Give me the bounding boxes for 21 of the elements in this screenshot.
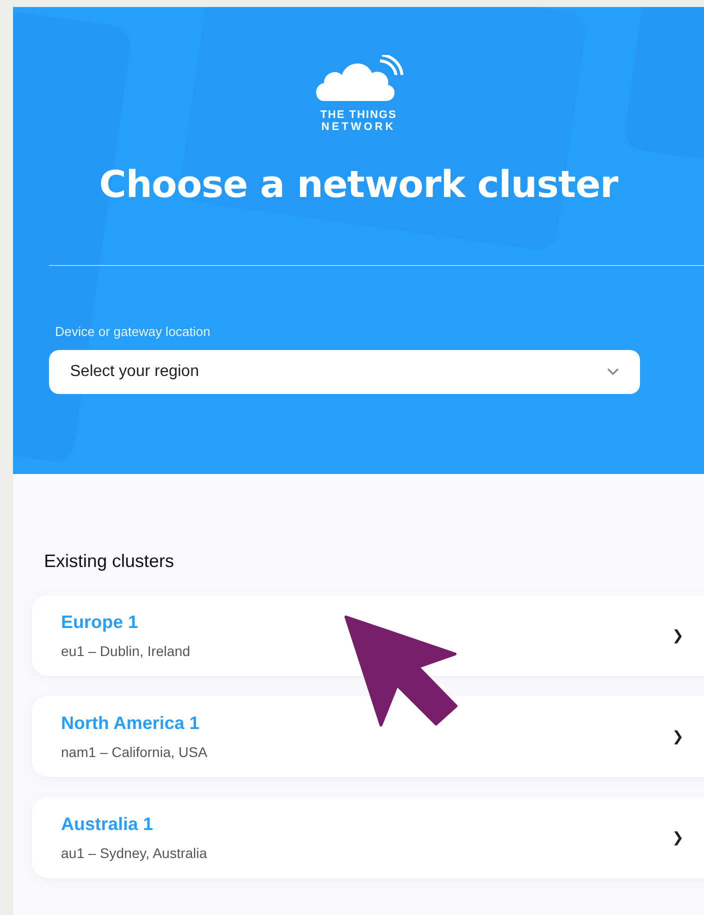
chevron-right-icon: ❯ [672,726,684,747]
section-heading: Existing clusters [44,550,176,573]
select-placeholder: Select your region [70,362,199,382]
cluster-name: Australia 1 [61,813,154,836]
cloud-logo-icon [314,55,404,103]
chevron-right-icon: ❯ [672,827,684,848]
cluster-card[interactable]: Europe 1 eu1 – Dublin, Ireland ❯ [32,595,704,676]
cluster-card[interactable]: North America 1 nam1 – California, USA ❯ [32,696,704,777]
cluster-name: Europe 1 [61,611,140,634]
logo-text: THE THINGS NETWORK [320,109,397,133]
field-label: Device or gateway location [55,323,212,341]
chevron-down-icon [607,368,619,376]
cluster-location: au1 – Sydney, Australia [61,844,208,863]
page-title: Choose a network cluster [99,163,618,207]
cluster-card[interactable]: Australia 1 au1 – Sydney, Australia ❯ [32,797,704,878]
pointer-arrow-icon [343,614,458,728]
region-select[interactable]: Select your region [49,350,640,394]
cluster-name: North America 1 [61,712,200,735]
cluster-location: eu1 – Dublin, Ireland [61,642,190,661]
chevron-right-icon: ❯ [672,625,684,646]
cluster-location: nam1 – California, USA [61,743,208,762]
